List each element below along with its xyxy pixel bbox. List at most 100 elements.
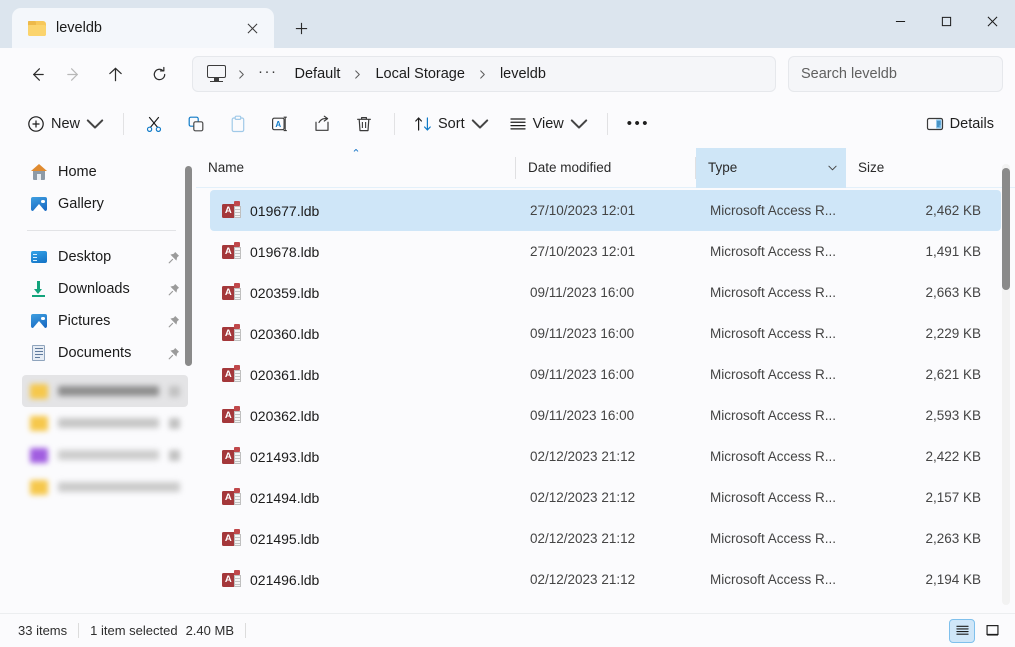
- new-button-label: New: [51, 116, 81, 132]
- minimize-button[interactable]: [877, 0, 923, 42]
- folder-icon: [28, 20, 46, 36]
- column-header-type[interactable]: Type: [696, 147, 846, 188]
- file-type-cell: Microsoft Access R...: [710, 203, 837, 218]
- sidebar-item-home[interactable]: Home: [22, 156, 188, 188]
- details-pane-button[interactable]: Details: [917, 107, 1003, 141]
- more-options-button[interactable]: •••: [618, 107, 659, 141]
- table-row[interactable]: A 021496.ldb 02/12/2023 21:12 Microsoft Acc…: [210, 559, 1001, 600]
- new-button[interactable]: New: [18, 107, 113, 141]
- view-button[interactable]: View: [500, 107, 597, 141]
- paste-button[interactable]: [218, 107, 258, 141]
- file-date-cell: 02/12/2023 21:12: [530, 449, 636, 464]
- table-row[interactable]: A 019678.ldb 27/10/2023 12:01 Microsoft Acc…: [210, 231, 1001, 272]
- column-header-size[interactable]: Size: [846, 148, 993, 188]
- pin-icon[interactable]: [169, 417, 180, 429]
- table-row[interactable]: A 021493.ldb 02/12/2023 21:12 Microsoft Acc…: [210, 436, 1001, 477]
- status-divider: [245, 623, 246, 638]
- table-row[interactable]: A 020361.ldb 09/11/2023 16:00 Microsoft Acc…: [210, 354, 1001, 395]
- file-name-label: 020360.ldb: [250, 325, 320, 342]
- file-name-cell: A 019678.ldb: [210, 242, 530, 261]
- breadcrumb[interactable]: ··· Default Local Storage leveldb: [192, 56, 776, 92]
- large-icons-view-icon: [985, 625, 999, 636]
- status-bar: 33 items 1 item selected 2.40 MB: [0, 613, 1015, 647]
- pin-icon[interactable]: [168, 283, 180, 296]
- details-view-toggle[interactable]: [949, 618, 975, 643]
- table-row[interactable]: A 019677.ldb 27/10/2023 12:01 Microsoft Acc…: [210, 190, 1001, 231]
- file-list-scrollbar[interactable]: [1002, 164, 1010, 605]
- tab-label: leveldb: [56, 20, 102, 36]
- details-pane-label: Details: [949, 116, 994, 132]
- cut-button[interactable]: [134, 107, 174, 141]
- table-row[interactable]: A 020360.ldb 09/11/2023 16:00 Microsoft Acc…: [210, 313, 1001, 354]
- table-row[interactable]: A 021494.ldb 02/12/2023 21:12 Microsoft Acc…: [210, 477, 1001, 518]
- scrollbar-thumb[interactable]: [185, 166, 192, 366]
- access-record-locking-icon: A: [222, 242, 241, 261]
- pin-icon[interactable]: [169, 449, 180, 461]
- rename-button[interactable]: A: [260, 107, 300, 141]
- search-box[interactable]: [788, 56, 1003, 92]
- pin-icon[interactable]: [168, 251, 180, 264]
- scrollbar-thumb[interactable]: [1002, 168, 1010, 290]
- arrow-right-icon: [66, 67, 78, 81]
- sidebar-item-label: Downloads: [58, 281, 130, 297]
- file-name-cell: A 021494.ldb: [210, 488, 530, 507]
- this-pc-icon[interactable]: [207, 65, 227, 83]
- paste-icon: [231, 115, 245, 133]
- pin-icon[interactable]: [168, 347, 180, 360]
- file-name-label: 019678.ldb: [250, 243, 320, 260]
- forward-button[interactable]: [56, 57, 90, 91]
- file-size-cell: 1,491 KB: [925, 244, 981, 259]
- copy-button[interactable]: [176, 107, 216, 141]
- sidebar-item-pictures[interactable]: Pictures: [22, 305, 188, 337]
- breadcrumb-overflow[interactable]: ···: [251, 61, 285, 88]
- sidebar-item-redacted[interactable]: [22, 439, 188, 471]
- breadcrumb-item-leveldb[interactable]: leveldb: [492, 62, 554, 86]
- plus-circle-icon: [28, 116, 44, 132]
- sidebar-item-desktop[interactable]: Desktop: [22, 241, 188, 273]
- sidebar-item-redacted[interactable]: [22, 471, 188, 503]
- table-row[interactable]: A 021495.ldb 02/12/2023 21:12 Microsoft Acc…: [210, 518, 1001, 559]
- large-icons-view-toggle[interactable]: [979, 619, 1005, 643]
- refresh-button[interactable]: [142, 57, 176, 91]
- back-button[interactable]: [20, 57, 54, 91]
- sidebar-item-redacted[interactable]: [22, 375, 188, 407]
- search-input[interactable]: [801, 66, 990, 82]
- tab-leveldb[interactable]: leveldb: [12, 8, 274, 48]
- sidebar-item-documents[interactable]: Documents: [22, 337, 188, 369]
- new-tab-button[interactable]: [284, 11, 318, 45]
- breadcrumb-item-local-storage[interactable]: Local Storage: [367, 62, 472, 86]
- sidebar-item-gallery[interactable]: Gallery: [22, 188, 188, 220]
- pin-icon[interactable]: [169, 385, 180, 397]
- close-button[interactable]: [969, 0, 1015, 42]
- access-record-locking-icon: A: [222, 201, 241, 220]
- file-list: A 019677.ldb 27/10/2023 12:01 Microsoft Acc…: [196, 188, 1015, 613]
- sidebar-item-redacted[interactable]: [22, 407, 188, 439]
- table-row[interactable]: A 020362.ldb 09/11/2023 16:00 Microsoft Acc…: [210, 395, 1001, 436]
- explorer-body: Home Gallery Desktop Downloads Pictures …: [0, 147, 1015, 613]
- sidebar-scrollbar[interactable]: [185, 166, 192, 596]
- plus-icon: [295, 22, 307, 34]
- maximize-button[interactable]: [923, 0, 969, 42]
- downloads-icon: [30, 280, 48, 298]
- sort-button[interactable]: Sort: [405, 107, 498, 141]
- access-record-locking-icon: A: [222, 447, 241, 466]
- file-name-label: 020361.ldb: [250, 366, 320, 383]
- toolbar-divider: [606, 113, 608, 135]
- file-date-cell: 02/12/2023 21:12: [530, 490, 636, 505]
- column-header-name[interactable]: ⌃ Name: [196, 148, 516, 188]
- status-divider: [78, 623, 80, 638]
- pin-icon[interactable]: [168, 315, 180, 328]
- share-button[interactable]: [302, 107, 342, 141]
- sidebar-item-downloads[interactable]: Downloads: [22, 273, 188, 305]
- close-icon[interactable]: [238, 14, 266, 42]
- table-row[interactable]: A 020359.ldb 09/11/2023 16:00 Microsoft Acc…: [210, 272, 1001, 313]
- delete-button[interactable]: [344, 107, 384, 141]
- sidebar-item-label: [58, 418, 159, 428]
- up-button[interactable]: [98, 57, 132, 91]
- sort-button-label: Sort: [438, 116, 465, 132]
- access-record-locking-icon: A: [222, 365, 241, 384]
- sidebar-item-label: Pictures: [58, 313, 111, 329]
- column-header-date-modified[interactable]: Date modified: [516, 148, 696, 188]
- breadcrumb-item-default[interactable]: Default: [287, 62, 349, 86]
- access-record-locking-icon: A: [222, 324, 241, 343]
